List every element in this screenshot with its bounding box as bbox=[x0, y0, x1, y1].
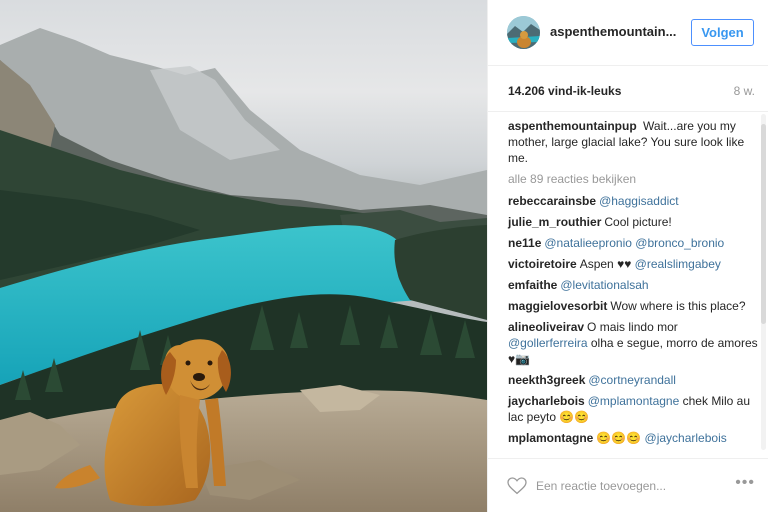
landscape-illustration bbox=[0, 28, 487, 512]
comment-container: rebeccarainsbe @haggisaddict julie_m_routh… bbox=[508, 193, 759, 446]
comment-text: Aspen ♥♥ bbox=[579, 257, 635, 271]
mention-link[interactable]: @gollerferreira bbox=[508, 336, 588, 350]
username-link[interactable]: aspenthemountain... bbox=[550, 24, 676, 39]
comment-username[interactable]: emfaithe bbox=[508, 278, 557, 292]
comment-item: emfaithe @levitationalsah bbox=[508, 277, 759, 293]
follow-button[interactable]: Volgen bbox=[691, 19, 754, 46]
comment-username[interactable]: ne11e bbox=[508, 236, 541, 250]
caption-username[interactable]: aspenthemountainpup bbox=[508, 119, 637, 133]
post-timestamp[interactable]: 8 w. bbox=[734, 84, 755, 98]
scrollbar-thumb[interactable] bbox=[761, 124, 766, 324]
mention-link[interactable]: @natalieepronio bbox=[544, 236, 632, 250]
comment-item: neekth3greek @cortneyrandall bbox=[508, 372, 759, 388]
caption: aspenthemountainpup Wait...are you my mo… bbox=[508, 118, 759, 166]
comment-username[interactable]: victoiretoire bbox=[508, 257, 577, 271]
comment-text: Wow where is this place? bbox=[610, 299, 746, 313]
comment-text: 😊😊😊 bbox=[596, 431, 645, 445]
post-details-panel: aspenthemountain... Volgen 14.206 vind-i… bbox=[487, 0, 768, 512]
add-comment-input[interactable] bbox=[536, 476, 716, 496]
likes-count[interactable]: 14.206 vind-ik-leuks bbox=[508, 84, 621, 98]
comment-item: julie_m_routhier Cool picture! bbox=[508, 214, 759, 230]
comment-text: Cool picture! bbox=[604, 215, 672, 229]
more-options-icon[interactable]: ••• bbox=[735, 474, 755, 492]
mention-link[interactable]: @bronco_bronio bbox=[635, 236, 724, 250]
comment-username[interactable]: mplamontagne bbox=[508, 431, 593, 445]
comment-username[interactable]: neekth3greek bbox=[508, 373, 585, 387]
post-stats: 14.206 vind-ik-leuks 8 w. bbox=[488, 66, 768, 112]
post-footer: ••• bbox=[488, 458, 768, 512]
comment-item: jaycharlebois @mplamontagne chek Milo au … bbox=[508, 393, 759, 425]
comment-text: O mais lindo mor bbox=[587, 320, 678, 334]
view-all-comments-link[interactable]: alle 89 reacties bekijken bbox=[508, 171, 759, 187]
avatar-image bbox=[507, 16, 540, 49]
comment-username[interactable]: jaycharlebois bbox=[508, 394, 585, 408]
comment-item: alineoliveirav O mais lindo mor @gollerfe… bbox=[508, 319, 759, 367]
mention-link[interactable]: @haggisaddict bbox=[599, 194, 679, 208]
comment-item: mplamontagne 😊😊😊 @jaycharlebois bbox=[508, 430, 759, 446]
heart-icon[interactable] bbox=[507, 477, 527, 495]
comment-item: maggielovesorbit Wow where is this place? bbox=[508, 298, 759, 314]
post-photo[interactable] bbox=[0, 0, 487, 512]
mention-link[interactable]: @jaycharlebois bbox=[645, 431, 727, 445]
comment-item: rebeccarainsbe @haggisaddict bbox=[508, 193, 759, 209]
comment-item: ne11e @natalieepronio @bronco_bronio bbox=[508, 235, 759, 251]
mention-link[interactable]: @levitationalsah bbox=[560, 278, 648, 292]
comment-username[interactable]: julie_m_routhier bbox=[508, 215, 601, 229]
comment-item: victoiretoire Aspen ♥♥ @realslimgabey bbox=[508, 256, 759, 272]
post-header: aspenthemountain... Volgen bbox=[488, 0, 768, 66]
mention-link[interactable]: @cortneyrandall bbox=[588, 373, 676, 387]
comment-username[interactable]: maggielovesorbit bbox=[508, 299, 607, 313]
comments-scrollbar[interactable] bbox=[761, 114, 766, 450]
mention-link[interactable]: @mplamontagne bbox=[588, 394, 680, 408]
comment-username[interactable]: rebeccarainsbe bbox=[508, 194, 596, 208]
mention-link[interactable]: @realslimgabey bbox=[635, 257, 721, 271]
avatar[interactable] bbox=[507, 16, 540, 49]
comment-username[interactable]: alineoliveirav bbox=[508, 320, 584, 334]
comments-list: aspenthemountainpup Wait...are you my mo… bbox=[488, 112, 768, 458]
